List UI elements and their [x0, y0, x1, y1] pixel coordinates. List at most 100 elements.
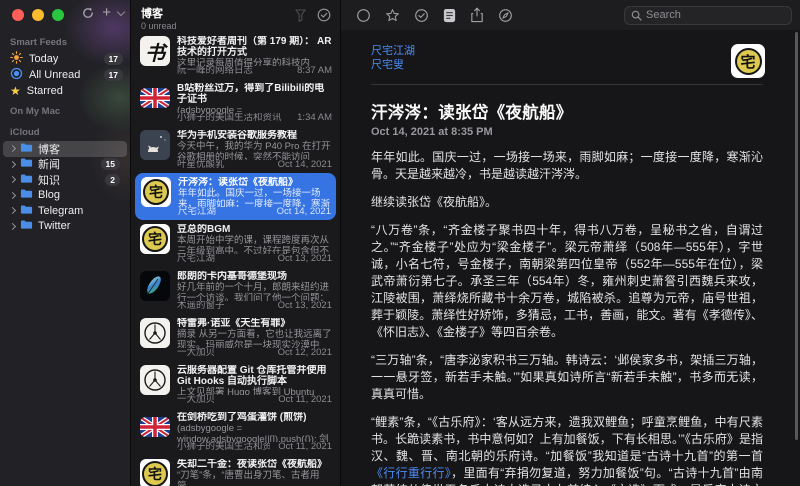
sidebar-folder-zhishi[interactable]: 知识 2 — [3, 172, 127, 188]
sidebar-folder-blog[interactable]: Blog — [3, 188, 127, 204]
article-date: 8:37 AM — [297, 64, 332, 76]
list-item[interactable]: 宅 失却二千金：夜读张岱《夜航船》 “刀笔”条，“唐曹出身刀笔、古者用简… — [131, 455, 340, 486]
sidebar-item-all-unread[interactable]: All Unread 17 — [0, 67, 130, 83]
feed-name: 阮一峰的网络日志 — [177, 65, 254, 76]
calligraphy-icon: 书 — [140, 36, 170, 66]
scrollbar[interactable] — [795, 32, 798, 440]
zhai-icon: 宅 — [141, 177, 171, 207]
list-item[interactable]: 宅 豆总的BGM 本周开始中学的课，课程跨度再次从三年级到高中。不过好在是包含但… — [131, 220, 340, 267]
article-date: Oct 12, 2021 — [277, 346, 332, 358]
article-summary: “刀笔”条，“唐曹出身刀笔、古者用简… — [177, 470, 320, 486]
sidebar-item-label: 知识 — [38, 174, 60, 187]
list-item[interactable]: B站粉丝过万，得到了Bilibili的电子证书 (adsbygoogle = w… — [131, 79, 340, 126]
list-item[interactable]: 华为手机安装谷歌服务教程 今天中午，我的华为 P40 Pro 在打开谷歌相册的时… — [131, 126, 340, 173]
zoom-window-button[interactable] — [52, 9, 64, 21]
icloud-section-label: iCloud — [10, 127, 40, 138]
share-icon[interactable] — [470, 7, 484, 23]
sidebar-folder-twitter[interactable]: Twitter — [3, 219, 127, 235]
sidebar-item-label: Today — [29, 53, 59, 65]
refresh-icon[interactable] — [81, 6, 95, 20]
mark-all-read-icon[interactable] — [317, 8, 331, 27]
timeline-panel: 博客 0 unread 书 科技爱好者周刊（第 179 期）： AR 技术的打开… — [130, 0, 341, 486]
open-in-browser-icon[interactable] — [498, 8, 513, 23]
list-item[interactable]: 在剑桥吃到了鸡蛋灌饼 (煎饼) (adsbygoogle = window.ad… — [131, 408, 340, 455]
sidebar-item-today[interactable]: Today 17 — [0, 51, 130, 67]
list-item-selected[interactable]: 宅 汗涔涔：读张岱《夜航船》 年年如此。国庆一过，一场接一场来，雨脚如麻；一度接… — [135, 173, 336, 220]
article-toolbar — [341, 0, 800, 30]
folder-icon — [20, 142, 33, 156]
feed-name: 尺宅江湖 — [178, 206, 217, 217]
paragraph: 年年如此。国庆一过，一场接一场来，雨脚如麻；一度接一度降，寒渐沁骨。天是越来越冷… — [371, 150, 763, 181]
netnewswire-window: + Smart Feeds Today 17 All Unread 17 ★ S… — [0, 0, 800, 486]
article-summary: 好几年前的一个十月，郎朗来纽约进行一个访谈。我们问了他一个问题：你有… — [177, 282, 330, 301]
list-item[interactable]: 云服务器配置 Git 仓库托管并使用 Git Hooks 自动执行脚本 上文见部… — [131, 361, 340, 408]
sidebar: + Smart Feeds Today 17 All Unread 17 ★ S… — [0, 0, 130, 486]
search-input[interactable] — [646, 9, 785, 21]
folder-icon — [20, 219, 33, 233]
mark-unread-circle-icon[interactable] — [356, 8, 371, 23]
sidebar-item-label: Telegram — [38, 204, 84, 217]
search-field[interactable] — [624, 5, 792, 25]
uk-flag-icon — [140, 417, 170, 437]
article-title: 汗涔涔：读张岱《夜航船》 — [371, 104, 573, 122]
paragraph: “八万卷”条，“齐金楼子聚书四十年，得书八万卷，呈秘书之省，自谓过之。”“齐金楼… — [371, 223, 763, 339]
paragraph: 继续读张岱《夜航船》。 — [371, 195, 498, 209]
list-item[interactable]: 郎朗的卡内基哥德堡现场 好几年前的一个十月，郎朗来纽约进行一个访谈。我们问了他一… — [131, 267, 340, 314]
article-date: Oct 11, 2021 — [278, 440, 332, 452]
article-date: Oct 14, 2021 — [277, 158, 332, 170]
paragraph: “三万轴”条，“唐李泌家积书三万轴。韩诗云：‘邺侯家多书，架插三万轴，一一悬牙签… — [371, 353, 763, 401]
feed-name: 一大加贝 — [177, 394, 216, 405]
folder-icon — [20, 157, 33, 171]
article-body: 年年如此。国庆一过，一场接一场来，雨脚如麻；一度接一度降，寒渐沁骨。天是越来越冷… — [371, 149, 763, 486]
article-list: 书 科技爱好者周刊（第 179 期）： AR 技术的打开方式 这里记录每周值得分… — [131, 31, 340, 486]
article-date: Oct 13, 2021 — [277, 299, 332, 311]
star-outline-icon[interactable] — [385, 8, 400, 23]
filter-icon[interactable] — [294, 8, 307, 27]
add-feed-button[interactable]: + — [102, 5, 111, 20]
article-date: 1:34 AM — [297, 111, 332, 123]
sidebar-folder-boke[interactable]: 博客 — [3, 141, 127, 157]
article-title: 科技爱好者周刊（第 179 期）： AR 技术的打开方式 — [177, 36, 332, 58]
smart-feeds-section-label: Smart Feeds — [10, 37, 68, 48]
minimize-window-button[interactable] — [32, 9, 44, 21]
article-summary: 年年如此。国庆一过，一场接一场来，雨脚如麻；一度接一度降，寒渐沁骨… — [178, 188, 331, 207]
sidebar-item-starred[interactable]: ★ Starred — [0, 83, 130, 99]
unread-count-badge: 17 — [103, 69, 123, 81]
disclosure-chevron-icon[interactable] — [8, 176, 17, 184]
feed-name: 一大加贝 — [177, 347, 216, 358]
close-window-button[interactable] — [12, 9, 24, 21]
feed-name: 小狮子的美国生活和资讯 — [177, 441, 271, 452]
feed-avatar: 宅 — [731, 44, 765, 78]
disclosure-chevron-icon[interactable] — [8, 222, 17, 230]
article-title: 在剑桥吃到了鸡蛋灌饼 (煎饼) — [177, 412, 307, 423]
cat-icon — [140, 130, 170, 160]
article-title: 失却二千金：夜读张岱《夜航船》 — [177, 459, 327, 470]
disclosure-chevron-icon[interactable] — [8, 145, 17, 153]
circle-dot-icon — [140, 318, 170, 348]
list-item[interactable]: 书 科技爱好者周刊（第 179 期）： AR 技术的打开方式 这里记录每周值得分… — [131, 32, 340, 79]
article-title: 汗涔涔：读张岱《夜航船》 — [178, 177, 298, 188]
disclosure-chevron-icon[interactable] — [8, 207, 17, 215]
sidebar-item-label: Twitter — [38, 220, 71, 233]
window-controls — [12, 9, 64, 21]
article-feed-link[interactable]: 尺宅江湖 — [371, 44, 763, 58]
disclosure-chevron-icon[interactable] — [8, 160, 17, 168]
inline-link[interactable]: 《行行重行行》 — [371, 466, 451, 480]
zhai-icon: 宅 — [734, 47, 762, 75]
article-summary: 摘录 从另一方面看，它也让我远离了现实。玛丽威尔是一块现实沙漠中的… — [177, 329, 332, 348]
reader-view-icon[interactable] — [443, 8, 456, 23]
list-item[interactable]: 特雷弗·诺亚《天生有罪》 摘录 从另一方面看，它也让我远离了现实。玛丽威尔是一块… — [131, 314, 340, 361]
feed-name: 木遥的窗子 — [177, 300, 225, 311]
article-title: 云服务器配置 Git 仓库托管并使用 Git Hooks 自动执行脚本 — [177, 365, 327, 387]
chevron-down-icon[interactable] — [116, 7, 126, 16]
article-title: 华为手机安装谷歌服务教程 — [177, 130, 297, 141]
mark-all-read-icon[interactable] — [414, 8, 429, 23]
sidebar-folder-xinwen[interactable]: 新闻 15 — [3, 157, 127, 173]
article-author-link[interactable]: 尺宅叟 — [371, 58, 763, 72]
feed-name: 叶星优酸乳 — [177, 159, 225, 170]
on-my-mac-section-label: On My Mac — [10, 106, 61, 117]
sidebar-folder-telegram[interactable]: Telegram — [3, 203, 127, 219]
article-title: 特雷弗·诺亚《天生有罪》 — [177, 318, 291, 329]
article-title: 郎朗的卡内基哥德堡现场 — [177, 271, 287, 282]
disclosure-chevron-icon[interactable] — [8, 191, 17, 199]
